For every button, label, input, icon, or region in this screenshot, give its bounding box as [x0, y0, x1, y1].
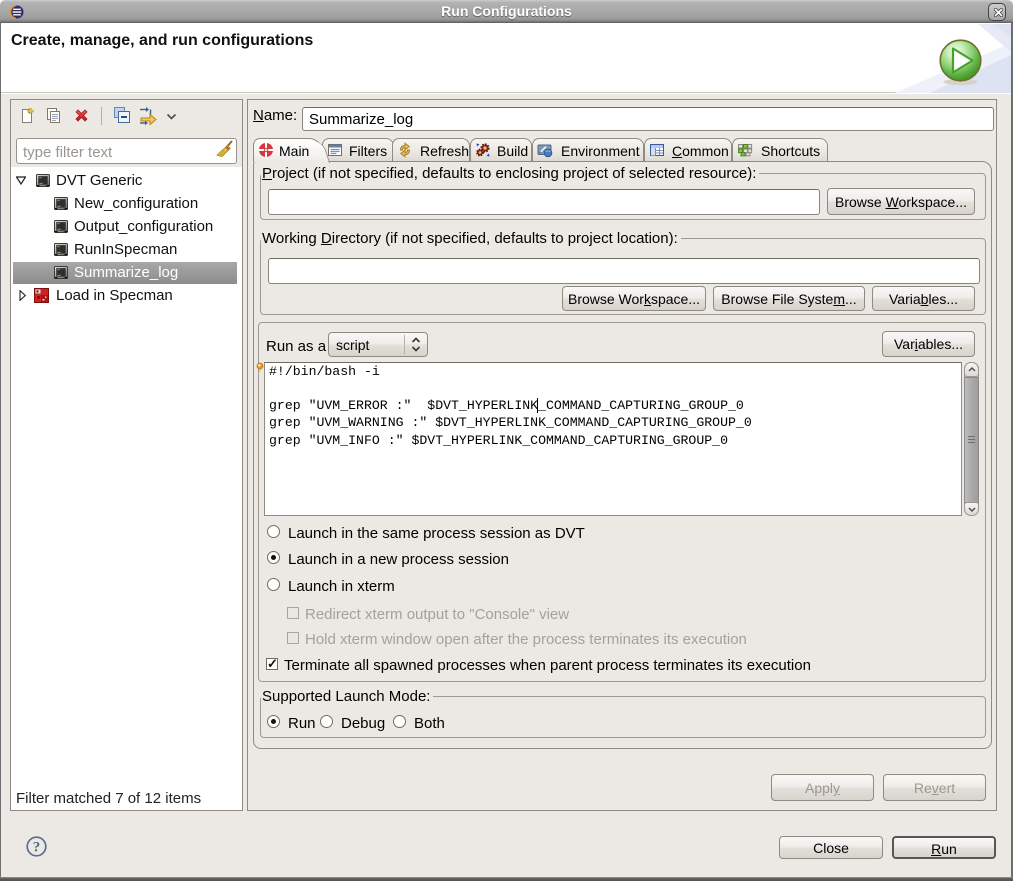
- svg-text:?: ?: [33, 840, 41, 856]
